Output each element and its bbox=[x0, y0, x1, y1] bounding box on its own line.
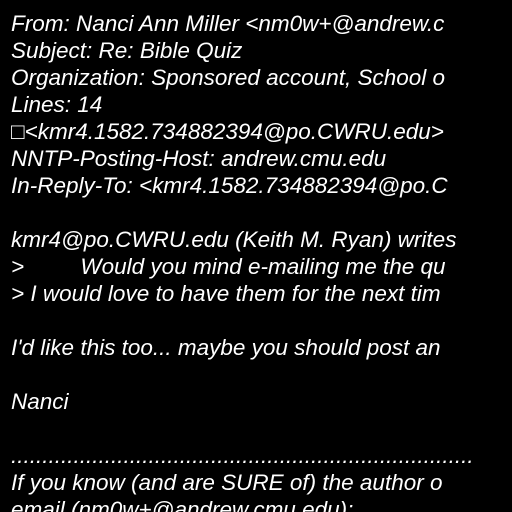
organization-header: Organization: Sponsored account, School … bbox=[11, 65, 446, 90]
in-reply-to-header: In-Reply-To: <kmr4.1582.734882394@po.C bbox=[11, 173, 448, 198]
message-viewer: From: Nanci Ann Miller <nm0w+@andrew.c S… bbox=[0, 0, 512, 512]
subject-header: Subject: Re: Bible Quiz bbox=[11, 38, 243, 63]
lines-header: Lines: 14 bbox=[11, 92, 103, 117]
quoted-line: > I would love to have them for the next… bbox=[11, 281, 441, 306]
quoted-line: > Would you mind e-mailing me the qu bbox=[11, 254, 446, 279]
message-id-line: □<kmr4.1582.734882394@po.CWRU.edu> bbox=[11, 119, 444, 144]
signature-divider: ........................................… bbox=[11, 443, 474, 468]
signature-line: If you know (and are SURE of) the author… bbox=[11, 470, 443, 495]
signature-line: email (nm0w+@andrew.cmu.edu): bbox=[11, 497, 354, 512]
from-header: From: Nanci Ann Miller <nm0w+@andrew.c bbox=[11, 11, 445, 36]
signature-name: Nanci bbox=[11, 389, 69, 414]
body-line: I'd like this too... maybe you should po… bbox=[11, 335, 441, 360]
posting-host-header: NNTP-Posting-Host: andrew.cmu.edu bbox=[11, 146, 387, 171]
attribution-line: kmr4@po.CWRU.edu (Keith M. Ryan) writes bbox=[11, 227, 457, 252]
